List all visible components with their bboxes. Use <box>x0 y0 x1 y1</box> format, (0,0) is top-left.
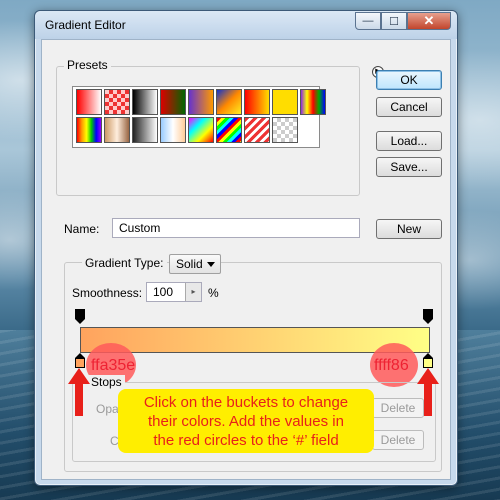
name-input[interactable]: Custom <box>112 218 360 238</box>
save-button[interactable]: Save... <box>376 157 442 177</box>
left-arrow-icon <box>68 368 90 416</box>
preset-swatch[interactable] <box>244 117 270 143</box>
ok-button[interactable]: OK <box>376 70 442 90</box>
preset-swatch[interactable] <box>216 117 242 143</box>
close-button[interactable]: ✕ <box>407 12 451 30</box>
title-bar[interactable]: Gradient Editor — ☐ ✕ <box>35 11 457 39</box>
preset-swatch[interactable] <box>160 117 186 143</box>
callout-line-2: their colors. Add the values in <box>148 413 344 430</box>
left-hex-annotation: ffa35e <box>91 357 136 374</box>
callout-line-3: the red circles to the ‘#’ field <box>153 432 339 449</box>
minimize-button[interactable]: — <box>355 12 381 30</box>
smoothness-label: Smoothness: <box>72 286 143 300</box>
chevron-down-icon <box>207 262 215 267</box>
new-button[interactable]: New <box>376 219 442 239</box>
name-label: Name: <box>64 222 100 236</box>
gradient-type-label: Gradient Type: <box>82 256 167 270</box>
preset-swatch[interactable] <box>160 89 186 115</box>
preset-swatch-grid <box>72 86 326 148</box>
color-stop-right[interactable] <box>423 353 433 368</box>
smoothness-stepper-icon[interactable]: ▸ <box>185 283 201 301</box>
gradient-type-value: Solid <box>176 257 203 271</box>
cancel-button[interactable]: Cancel <box>376 97 442 117</box>
maximize-button[interactable]: ☐ <box>381 12 407 30</box>
gradient-editor-window: Gradient Editor — ☐ ✕ Presets ▶ OK Cance… <box>34 10 458 486</box>
smoothness-input[interactable]: 100 ▸ <box>146 282 202 302</box>
smoothness-value: 100 <box>153 285 174 299</box>
window-title: Gradient Editor <box>45 18 126 32</box>
preset-swatch[interactable] <box>244 89 270 115</box>
preset-swatch[interactable] <box>216 89 242 115</box>
opacity-stop-left[interactable] <box>75 309 85 324</box>
delete-color-stop-button[interactable]: Delete <box>372 430 424 450</box>
preset-swatch[interactable] <box>300 89 326 115</box>
preset-swatch[interactable] <box>188 89 214 115</box>
presets-legend: Presets <box>64 58 111 72</box>
preset-swatch[interactable] <box>104 117 130 143</box>
color-stop-left[interactable] <box>75 353 85 368</box>
opacity-label: Opa <box>96 402 119 416</box>
preset-swatch[interactable] <box>104 89 130 115</box>
instruction-callout: Click on the buckets to change their col… <box>118 389 374 453</box>
stops-legend: Stops <box>88 375 125 389</box>
dialog-body: Presets ▶ OK Cancel Load... Save... Name… <box>41 39 451 480</box>
preset-swatch[interactable] <box>76 117 102 143</box>
preset-swatch[interactable] <box>272 89 298 115</box>
preset-swatch[interactable] <box>132 117 158 143</box>
smoothness-unit: % <box>208 286 219 300</box>
right-hex-annotation: ffff86 <box>374 357 409 374</box>
preset-swatch[interactable] <box>272 117 298 143</box>
preset-swatch[interactable] <box>188 117 214 143</box>
load-button[interactable]: Load... <box>376 131 442 151</box>
gradient-type-select[interactable]: Solid <box>169 254 221 274</box>
opacity-stop-right[interactable] <box>423 309 433 324</box>
preset-swatch[interactable] <box>76 89 102 115</box>
preset-swatch[interactable] <box>132 89 158 115</box>
window-controls: — ☐ ✕ <box>355 12 451 30</box>
callout-line-1: Click on the buckets to change <box>143 394 349 411</box>
right-arrow-icon <box>417 368 439 416</box>
